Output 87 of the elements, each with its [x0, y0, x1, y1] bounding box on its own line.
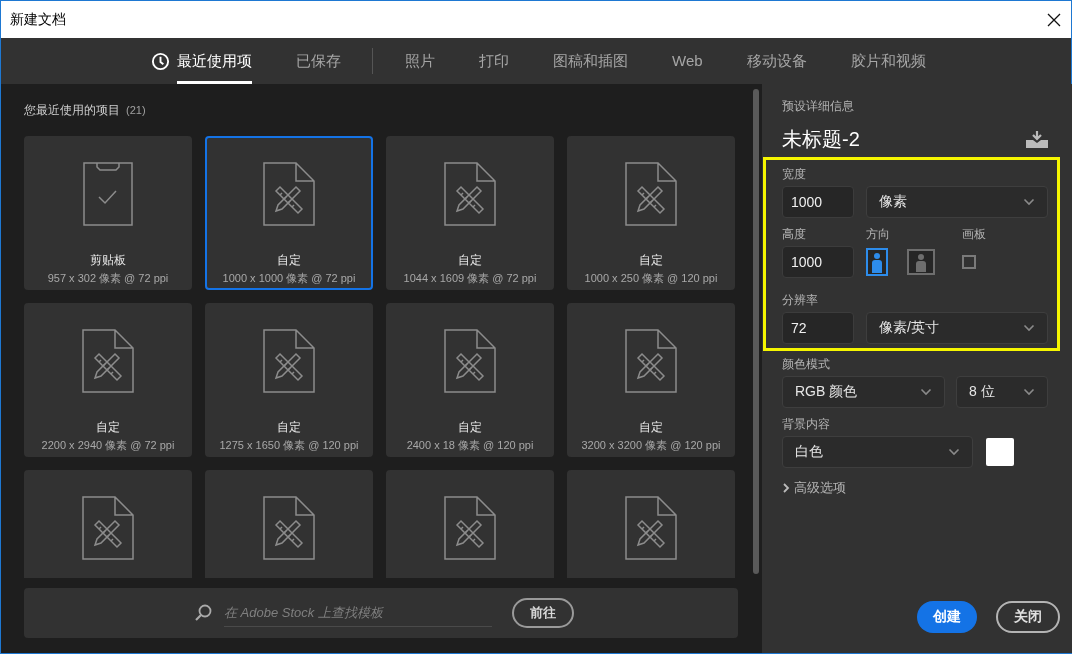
preset-size: 2400 x 18 像素 @ 120 ppi	[406, 438, 534, 453]
chevron-down-icon	[920, 388, 932, 396]
field-label: 高度	[782, 226, 807, 243]
preset-name: 自定	[458, 252, 482, 269]
field-label: 颜色模式	[782, 356, 831, 373]
background-dropdown[interactable]: 白色	[782, 436, 973, 468]
landscape-orientation-icon[interactable]	[907, 249, 935, 275]
document-ruler-pencil-icon	[444, 329, 496, 393]
preset-name: 自定	[639, 252, 663, 269]
field-label: 预设详细信息	[782, 98, 855, 115]
create-button[interactable]: 创建	[917, 601, 977, 633]
unit-dropdown[interactable]: 像素	[866, 186, 1048, 218]
tab[interactable]: 图稿和插图	[553, 38, 628, 84]
preset-card[interactable]	[24, 470, 192, 578]
close-icon[interactable]	[1046, 11, 1062, 28]
field-label: 分辨率	[782, 292, 819, 309]
color-swatch[interactable]	[986, 438, 1014, 466]
bit-depth-dropdown[interactable]: 8 位	[956, 376, 1048, 408]
field-label: 宽度	[782, 166, 807, 183]
stock-search-field[interactable]: 在 Adobe Stock 上查找模板	[224, 599, 492, 627]
preset-size: 3200 x 3200 像素 @ 120 ppi	[581, 438, 721, 453]
preset-size: 1044 x 1609 像素 @ 72 ppi	[403, 271, 537, 286]
number-field[interactable]: 1000	[782, 186, 854, 218]
chevron-down-icon	[1023, 388, 1035, 396]
preset-name: 自定	[639, 419, 663, 436]
document-ruler-pencil-icon	[444, 496, 496, 560]
preset-name: 剪贴板	[90, 252, 126, 269]
close-button[interactable]: 关闭	[996, 601, 1060, 633]
preset-name: 自定	[277, 252, 301, 269]
preset-card[interactable]: 自定 3200 x 3200 像素 @ 120 ppi	[567, 303, 735, 457]
advanced-options-toggle[interactable]: 高级选项	[782, 479, 1060, 497]
chevron-down-icon	[948, 448, 960, 456]
field-label: 画板	[962, 226, 986, 243]
preset-size: 957 x 302 像素 @ 72 ppi	[47, 271, 169, 286]
tab[interactable]: 移动设备	[746, 38, 807, 84]
preset-size: 1000 x 1000 像素 @ 72 ppi	[222, 271, 356, 286]
preset-card[interactable]: 自定 1000 x 1000 像素 @ 72 ppi	[205, 136, 373, 290]
preset-card[interactable]	[205, 470, 373, 578]
tab[interactable]: 照片	[405, 38, 435, 84]
document-ruler-pencil-icon	[263, 329, 315, 393]
preset-name: 自定	[458, 419, 482, 436]
clipboard-check-icon	[83, 162, 133, 226]
preset-card[interactable]: 自定 2400 x 18 像素 @ 120 ppi	[386, 303, 554, 457]
tab[interactable]: Web	[672, 38, 703, 84]
preset-card[interactable]	[386, 470, 554, 578]
preset-card[interactable]: 自定 1275 x 1650 像素 @ 120 ppi	[205, 303, 373, 457]
preset-size: 1000 x 250 像素 @ 120 ppi	[584, 271, 718, 286]
document-ruler-pencil-icon	[444, 162, 496, 226]
preset-size: 2200 x 2940 像素 @ 72 ppi	[41, 438, 175, 453]
tab[interactable]: 已保存	[296, 38, 341, 84]
search-icon	[194, 604, 212, 622]
preset-card[interactable]	[567, 470, 735, 578]
document-ruler-pencil-icon	[82, 329, 134, 393]
preset-name: 自定	[277, 419, 301, 436]
preset-card[interactable]: 自定 1000 x 250 像素 @ 120 ppi	[567, 136, 735, 290]
scrollbar-thumb[interactable]	[753, 89, 759, 574]
preset-card[interactable]: 自定 1044 x 1609 像素 @ 72 ppi	[386, 136, 554, 290]
item-count: (21)	[126, 104, 146, 116]
document-ruler-pencil-icon	[625, 162, 677, 226]
preset-card[interactable]: 剪贴板 957 x 302 像素 @ 72 ppi	[24, 136, 192, 290]
tab[interactable]: 打印	[479, 38, 509, 84]
color-mode-dropdown[interactable]: RGB 颜色	[782, 376, 945, 408]
section-heading: 您最近使用的项目	[24, 101, 120, 119]
document-ruler-pencil-icon	[263, 496, 315, 560]
tab[interactable]: 胶片和视频	[850, 38, 926, 84]
save-preset-icon[interactable]	[1026, 131, 1048, 148]
chevron-right-icon	[782, 483, 790, 493]
number-field[interactable]: 1000	[782, 246, 854, 278]
document-name: 未标题-2	[782, 127, 860, 152]
unit-dropdown[interactable]: 像素/英寸	[866, 312, 1048, 344]
chevron-down-icon	[1023, 324, 1035, 332]
portrait-orientation-icon[interactable]	[866, 248, 888, 276]
document-ruler-pencil-icon	[82, 496, 134, 560]
go-button[interactable]: 前往	[512, 598, 574, 628]
artboard-checkbox[interactable]	[962, 255, 976, 269]
document-ruler-pencil-icon	[625, 329, 677, 393]
number-field[interactable]: 72	[782, 312, 854, 344]
field-label: 方向	[866, 226, 891, 243]
clock-icon	[151, 51, 170, 71]
document-ruler-pencil-icon	[263, 162, 315, 226]
document-ruler-pencil-icon	[625, 496, 677, 560]
chevron-down-icon	[1023, 198, 1035, 206]
preset-card[interactable]: 自定 2200 x 2940 像素 @ 72 ppi	[24, 303, 192, 457]
preset-size: 1275 x 1650 像素 @ 120 ppi	[219, 438, 359, 453]
field-label: 背景内容	[782, 416, 831, 433]
window-title: 新建文档	[10, 10, 66, 29]
preset-name: 自定	[96, 419, 120, 436]
